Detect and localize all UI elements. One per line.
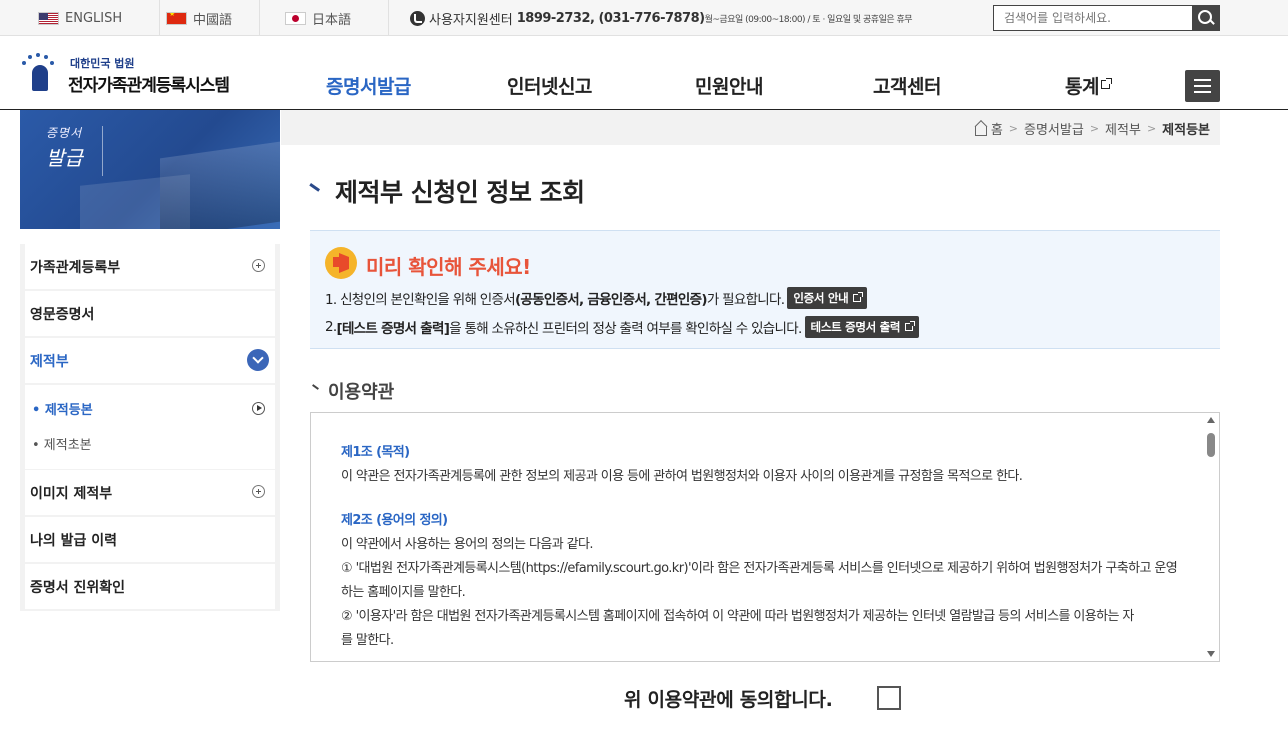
nav-customer-center[interactable]: 고객센터 <box>873 72 941 99</box>
breadcrumb-separator-icon: > <box>1146 122 1157 135</box>
home-icon <box>974 125 987 136</box>
jp-flag-icon <box>285 11 306 25</box>
sidebar-item-issue-history[interactable]: 나의 발급 이력 <box>25 517 275 563</box>
nav-certificate-issue[interactable]: 증명서발급 <box>326 72 411 99</box>
support-hours: 월~금요일 (09:00~18:00) / 토 · 일요일 및 공휴일은 휴무 <box>704 14 913 25</box>
breadcrumb-current: 제적등본 <box>1162 123 1210 138</box>
test-print-button[interactable]: 테스트 증명서 출력 <box>804 316 920 338</box>
sidebar-item-label: 증명서 진위확인 <box>30 579 126 596</box>
article-2-item-2: ② '이용자'라 함은 대법원 전자가족관계등록시스템 홈페이지에 접속하여 이… <box>341 609 1134 624</box>
terms-content: 제1조 (목적) 이 약관은 전자가족관계등록에 관한 정보의 제공과 이용 등… <box>341 441 1201 653</box>
breadcrumb-certificate[interactable]: 증명서발급 <box>1024 119 1084 138</box>
top-utility-bar: ENGLISH 中國語 日本語 사용자지원센터 1899-2732, (031-… <box>0 0 1288 36</box>
notice-box: 미리 확인해 주세요! 1. 신청인의 본인확인을 위해 인증서 (공동인증서, … <box>310 230 1220 349</box>
article-2-item-2-cont: 를 말한다. <box>341 633 394 648</box>
article-1-title: 제1조 (목적) <box>341 445 410 460</box>
breadcrumb-separator-icon: > <box>1008 122 1019 135</box>
support-label: 사용자지원센터 <box>429 12 513 28</box>
terms-scroll-box[interactable]: 제1조 (목적) 이 약관은 전자가족관계등록에 관한 정보의 제공과 이용 등… <box>310 412 1220 662</box>
terms-section-title: 이용약관 <box>328 382 395 403</box>
terms-scrollbar[interactable] <box>1205 415 1217 659</box>
phone-icon <box>410 10 425 26</box>
logo-title: 전자가족관계등록시스템 <box>68 76 230 96</box>
cn-flag-icon <box>166 11 187 25</box>
certificate-guide-button[interactable]: 인증서 안내 <box>787 287 868 309</box>
hamburger-menu-button[interactable] <box>1185 70 1220 102</box>
us-flag-icon <box>38 11 59 25</box>
search-input[interactable] <box>994 6 1192 30</box>
sidebar-subitem-abstract[interactable]: • 제적초본 <box>25 426 275 461</box>
section-accent-mark <box>312 384 319 390</box>
notice-title: 미리 확인해 주세요! <box>366 255 531 279</box>
nav-civil-guide[interactable]: 민원안내 <box>695 72 763 99</box>
sidebar-item-label: 이미지 제적부 <box>30 485 113 502</box>
page-title: 제적부 신청인 정보 조회 <box>335 178 585 207</box>
article-2-title: 제2조 (용어의 정의) <box>341 513 448 528</box>
sidebar-subitem-full-copy[interactable]: • 제적등본 <box>25 391 275 426</box>
nav-internet-report[interactable]: 인터넷신고 <box>507 72 592 99</box>
notice-line-2: 2. [테스트 증명서 출력] 을 통해 소유하신 프린터의 정상 출력 여부를 … <box>325 316 920 338</box>
plus-circle-icon <box>252 485 265 498</box>
sidebar-item-family-register[interactable]: 가족관계등록부 <box>25 244 275 290</box>
search-button[interactable] <box>1192 6 1219 30</box>
sidebar-item-label: 제적부 <box>30 353 69 370</box>
external-link-icon <box>905 321 916 331</box>
sidebar-nav: 가족관계등록부 영문증명서 제적부 • 제적등본 • 제적초본 이미지 제적부 … <box>20 244 280 611</box>
sidebar-submenu: • 제적등본 • 제적초본 <box>25 385 275 469</box>
scroll-down-arrow-icon[interactable] <box>1207 651 1215 657</box>
breadcrumb-home[interactable]: 홈 <box>991 119 1003 138</box>
notice-line-1: 1. 신청인의 본인확인을 위해 인증서 (공동인증서, 금융인증서, 간편인증)… <box>325 287 868 309</box>
article-2-item-1: ① '대법원 전자가족관계등록시스템(https://efamily.scour… <box>341 561 1178 576</box>
site-logo[interactable]: 대한민국 법원 전자가족관계등록시스템 <box>18 51 238 97</box>
play-circle-icon <box>252 402 265 415</box>
sidebar-item-verify-certificate[interactable]: 증명서 진위확인 <box>25 564 275 610</box>
sidebar-subitem-label: • 제적초본 <box>32 438 92 453</box>
breadcrumb: 홈 > 증명서발급 > 제적부 > 제적등본 <box>281 110 1220 145</box>
scroll-up-arrow-icon[interactable] <box>1207 417 1215 423</box>
article-1-text: 이 약관은 전자가족관계등록에 관한 정보의 제공과 이용 등에 관하여 법원행… <box>341 469 1023 484</box>
megaphone-icon <box>325 247 357 279</box>
article-2-intro: 이 약관에서 사용하는 용어의 정의는 다음과 같다. <box>341 537 594 552</box>
lang-japanese[interactable]: 日本語 <box>285 0 389 36</box>
lang-japanese-label: 日本語 <box>312 12 352 28</box>
sidebar-item-label: 가족관계등록부 <box>30 259 121 276</box>
chevron-down-icon <box>247 349 269 371</box>
lang-english-label: ENGLISH <box>65 10 123 26</box>
support-phone: 1899-2732, (031-776-7878) <box>516 10 705 26</box>
lang-chinese-label: 中國語 <box>193 12 233 28</box>
lang-chinese[interactable]: 中國語 <box>166 0 260 36</box>
sidebar-item-image-register[interactable]: 이미지 제적부 <box>25 470 275 516</box>
site-header: 대한민국 법원 전자가족관계등록시스템 증명서발급 인터넷신고 민원안내 고객센… <box>0 36 1288 110</box>
breadcrumb-separator-icon: > <box>1089 122 1100 135</box>
scroll-thumb[interactable] <box>1207 433 1215 457</box>
breadcrumb-removed-register[interactable]: 제적부 <box>1105 119 1141 138</box>
sidebar-item-removed-register[interactable]: 제적부 <box>25 338 275 384</box>
title-accent-mark <box>309 183 321 192</box>
support-center: 사용자지원센터 1899-2732, (031-776-7878) 월~금요일 … <box>410 0 913 36</box>
court-logo-icon <box>18 53 62 93</box>
sidebar-item-english-certificate[interactable]: 영문증명서 <box>25 291 275 337</box>
search-box <box>993 5 1220 31</box>
agree-label: 위 이용약관에 동의합니다. <box>624 689 833 711</box>
lang-english[interactable]: ENGLISH <box>38 0 160 36</box>
sidebar-item-label: 영문증명서 <box>30 306 95 323</box>
banner-line1: 증명서 <box>46 126 83 140</box>
logo-subtitle: 대한민국 법원 <box>70 57 135 70</box>
banner-line2: 발급 <box>46 146 83 170</box>
sidebar-item-label: 나의 발급 이력 <box>30 532 118 549</box>
section-banner: 증명서 발급 <box>20 110 280 229</box>
sidebar-subitem-label: • 제적등본 <box>32 403 93 418</box>
agree-checkbox[interactable] <box>877 686 901 710</box>
external-link-icon <box>1100 78 1112 89</box>
nav-statistics[interactable]: 통계 <box>1065 72 1112 99</box>
plus-circle-icon <box>252 259 265 272</box>
external-link-icon <box>853 292 864 302</box>
nav-statistics-label: 통계 <box>1065 76 1099 98</box>
article-2-item-1-cont: 하는 홈페이지를 말한다. <box>341 585 466 600</box>
